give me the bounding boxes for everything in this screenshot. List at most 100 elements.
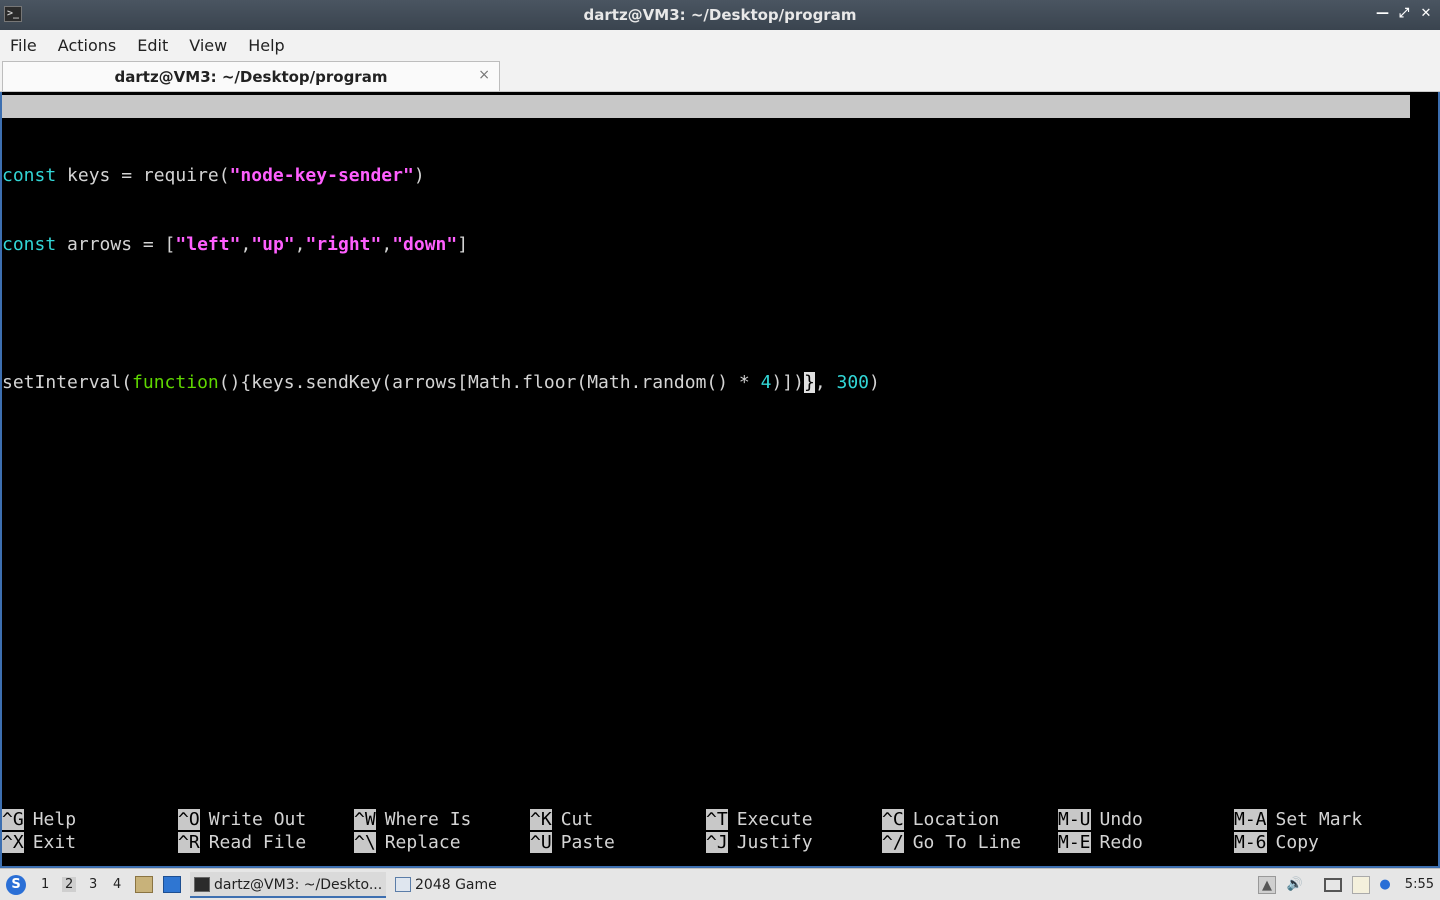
code-text: ] — [457, 234, 469, 255]
code-string: "up" — [251, 234, 295, 255]
shortcut-key: ^\ — [354, 832, 376, 853]
code-string: "down" — [392, 234, 458, 255]
task-label: dartz@VM3: ~/Deskto... — [214, 877, 383, 893]
code-text: )]) — [771, 372, 804, 393]
code-text: , — [294, 234, 306, 255]
terminal-icon — [194, 877, 210, 892]
shortcut-exit[interactable]: ^X Exit — [2, 831, 76, 854]
shortcut-key: ^T — [706, 809, 728, 830]
code-text: ) — [869, 372, 880, 393]
shortcut-location[interactable]: ^C Location — [882, 808, 999, 831]
menu-view[interactable]: View — [189, 36, 227, 55]
shortcut-help[interactable]: ^G Help — [2, 808, 76, 831]
menu-help[interactable]: Help — [248, 36, 284, 55]
code-line-1: const keys = require("node-key-sender") — [2, 164, 880, 187]
shortcut-key: ^J — [706, 832, 728, 853]
tab-close-icon[interactable]: × — [478, 67, 490, 83]
clipboard-icon[interactable] — [1352, 876, 1370, 894]
window-controls: — ⤢ ✕ — [1376, 5, 1432, 23]
shortcut-cut[interactable]: ^K Cut — [530, 808, 593, 831]
shortcut-read-file[interactable]: ^R Read File — [178, 831, 306, 854]
task-2048-game[interactable]: 2048 Game — [391, 872, 511, 898]
terminal-area[interactable]: GNU nano 6.2 index.js * const keys = req… — [0, 93, 1440, 867]
shortcut-redo[interactable]: M-E Redo — [1058, 831, 1143, 854]
minimize-icon[interactable]: — — [1376, 5, 1389, 23]
volume-icon[interactable]: 🔊 — [1286, 876, 1304, 894]
shortcut-write-out[interactable]: ^O Write Out — [178, 808, 306, 831]
code-text: setInterval( — [2, 372, 133, 393]
tray-arrow-icon[interactable]: ▲ — [1258, 876, 1276, 894]
shortcut-paste[interactable]: ^U Paste — [530, 831, 615, 854]
shortcut-key: ^R — [178, 832, 200, 853]
show-desktop-icon[interactable] — [163, 876, 181, 893]
menu-edit[interactable]: Edit — [137, 36, 168, 55]
shortcut-label: Set Mark — [1275, 809, 1363, 830]
task-label: 2048 Game — [415, 877, 497, 893]
clock[interactable]: 5:55 — [1405, 877, 1434, 892]
code-number: 300 — [836, 372, 870, 393]
shortcut-label: Location — [912, 809, 1000, 830]
code-keyword: const — [2, 234, 57, 255]
menu-file[interactable]: File — [10, 36, 37, 55]
task-terminal[interactable]: dartz@VM3: ~/Deskto... — [190, 872, 386, 898]
shortcut-label: Paste — [560, 832, 615, 853]
shortcut-label: Copy — [1275, 832, 1319, 853]
window-titlebar[interactable]: >_ dartz@VM3: ~/Desktop/program — ⤢ ✕ — [0, 0, 1440, 30]
shortcut-key: ^C — [882, 809, 904, 830]
text-cursor: } — [803, 372, 815, 393]
shortcut-label: Execute — [736, 809, 813, 830]
shortcut-label: Exit — [32, 832, 77, 853]
desktop-2-button[interactable]: 2 — [62, 877, 77, 892]
maximize-icon[interactable]: ⤢ — [1398, 5, 1410, 23]
shortcut-key: ^G — [2, 809, 24, 830]
code-keyword: const — [2, 165, 57, 186]
window-icon — [395, 877, 411, 892]
code-number: 4 — [760, 372, 772, 393]
shortcut-key: M-U — [1058, 809, 1091, 830]
code-line-2: const arrows = ["left","up","right","dow… — [2, 233, 880, 256]
shortcut-label: Where Is — [384, 809, 472, 830]
network-icon[interactable] — [1324, 878, 1342, 892]
desktop-3-button[interactable]: 3 — [89, 877, 97, 892]
shortcut-undo[interactable]: M-U Undo — [1058, 808, 1143, 831]
shortcut-where-is[interactable]: ^W Where Is — [354, 808, 471, 831]
shortcut-set-mark[interactable]: M-A Set Mark — [1234, 808, 1362, 831]
shortcut-label: Redo — [1099, 832, 1143, 853]
shortcut-label: Undo — [1099, 809, 1143, 830]
shortcut-key: ^O — [178, 809, 200, 830]
code-text: (){keys.sendKey(arrows[Math.floor(Math.r… — [218, 372, 761, 393]
shortcut-label: Replace — [384, 832, 461, 853]
menu-bar: File Actions Edit View Help — [0, 30, 1440, 60]
code-string: "node-key-sender" — [229, 165, 414, 186]
nano-shortcut-bar: ^G Help ^X Exit ^O Write Out ^R Read File ^W… — [2, 808, 1410, 854]
shortcut-key: ^W — [354, 809, 376, 830]
code-keyword: function — [132, 372, 219, 393]
file-manager-icon[interactable] — [135, 876, 153, 893]
shortcut-key: M-A — [1234, 809, 1267, 830]
shortcut-replace[interactable]: ^\ Replace — [354, 831, 461, 854]
desktop-4-button[interactable]: 4 — [113, 877, 121, 892]
tab-bar: dartz@VM3: ~/Desktop/program × — [0, 60, 1440, 92]
desktop-1-button[interactable]: 1 — [41, 877, 49, 892]
updates-icon[interactable]: ● — [1376, 876, 1394, 894]
code-string: "left" — [175, 234, 241, 255]
tab-terminal[interactable]: dartz@VM3: ~/Desktop/program × — [2, 61, 500, 91]
shortcut-label: Help — [32, 809, 77, 830]
shortcut-execute[interactable]: ^T Execute — [706, 808, 813, 831]
code-editor[interactable]: const keys = require("node-key-sender") … — [2, 118, 880, 440]
shortcut-justify[interactable]: ^J Justify — [706, 831, 813, 854]
shortcut-label: Cut — [560, 809, 594, 830]
start-menu-icon[interactable]: S — [6, 875, 26, 895]
code-text: , — [240, 234, 252, 255]
shortcut-go-to-line[interactable]: ^/ Go To Line — [882, 831, 1021, 854]
close-icon[interactable]: ✕ — [1420, 5, 1432, 23]
menu-actions[interactable]: Actions — [58, 36, 116, 55]
code-text: , — [814, 372, 837, 393]
shortcut-copy[interactable]: M-6 Copy — [1234, 831, 1319, 854]
taskbar: S 1 2 3 4 dartz@VM3: ~/Deskto... 2048 Ga… — [0, 868, 1440, 900]
terminal-icon: >_ — [4, 6, 22, 22]
shortcut-key: ^/ — [882, 832, 904, 853]
shortcut-label: Go To Line — [912, 832, 1022, 853]
code-text: ) — [413, 165, 425, 186]
